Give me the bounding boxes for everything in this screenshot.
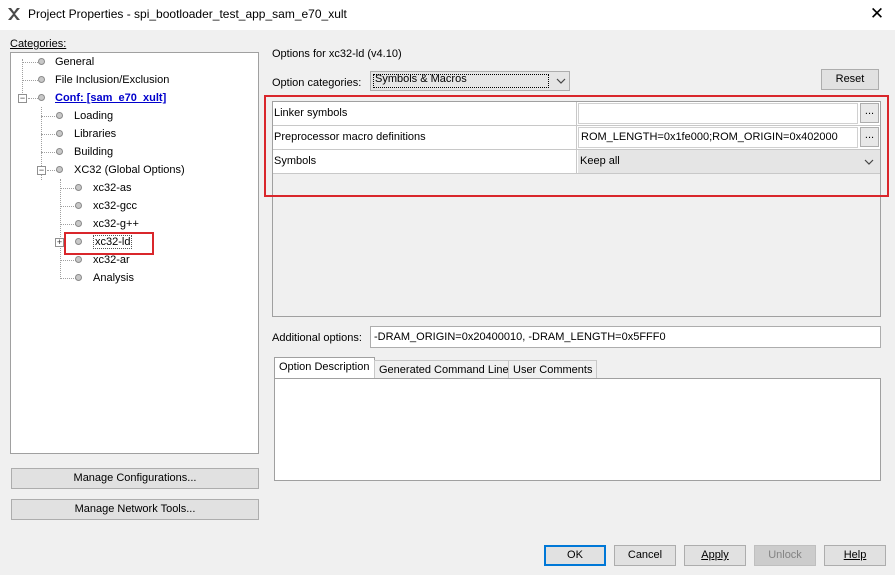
option-categories-label: Option categories: xyxy=(272,77,362,89)
tab-label: Option Description xyxy=(279,361,370,373)
window-title: Project Properties - spi_bootloader_test… xyxy=(28,7,347,21)
tab-label: User Comments xyxy=(513,364,593,376)
tab-label: Generated Command Line xyxy=(379,364,509,376)
tree-item-label: File Inclusion/Exclusion xyxy=(55,74,170,86)
circle-node-icon xyxy=(56,166,63,173)
additional-options-label: Additional options: xyxy=(272,332,362,344)
apply-button[interactable]: Apply xyxy=(684,545,746,566)
option-categories-select[interactable]: Symbols & Macros xyxy=(370,71,570,91)
circle-node-icon xyxy=(75,202,82,209)
tree-item-label: Loading xyxy=(74,110,114,122)
cancel-button[interactable]: Cancel xyxy=(614,545,676,566)
tree-item-label: xc32-ar xyxy=(93,254,130,266)
tree-item-libraries[interactable]: Libraries xyxy=(74,125,116,143)
tree-item-general[interactable]: General xyxy=(55,53,94,71)
expand-toggle[interactable]: + xyxy=(55,238,64,247)
manage-network-tools-button[interactable]: Manage Network Tools... xyxy=(11,499,259,520)
circle-node-icon xyxy=(56,130,63,137)
highlight-box-xc32-ld xyxy=(64,232,154,255)
tree-item-label: xc32-g++ xyxy=(93,218,139,230)
circle-node-icon xyxy=(75,256,82,263)
tree-item-xc32-gcc[interactable]: xc32-gcc xyxy=(93,197,137,215)
chevron-down-icon xyxy=(556,78,566,84)
help-label: Help xyxy=(843,549,867,561)
option-categories-value: Symbols & Macros xyxy=(375,73,467,85)
tree-item-label: General xyxy=(55,56,95,68)
unlock-button: Unlock xyxy=(754,545,816,566)
circle-node-icon xyxy=(38,76,45,83)
tree-item-label: Analysis xyxy=(93,272,134,284)
reset-button[interactable]: Reset xyxy=(821,69,879,90)
option-description-panel xyxy=(274,378,881,481)
tree-item-xc32-as[interactable]: xc32-as xyxy=(93,179,132,197)
circle-node-icon xyxy=(75,184,82,191)
collapse-toggle[interactable]: − xyxy=(18,94,27,103)
mplab-x-icon xyxy=(8,8,20,20)
additional-options-input[interactable]: -DRAM_ORIGIN=0x20400010, -DRAM_LENGTH=0x… xyxy=(370,326,881,348)
apply-label: Apply xyxy=(701,549,729,561)
circle-node-icon xyxy=(56,148,63,155)
tab-option-description[interactable]: Option Description xyxy=(274,357,375,379)
tree-item-file-inclusion[interactable]: File Inclusion/Exclusion xyxy=(55,71,169,89)
circle-node-icon xyxy=(56,112,63,119)
title-bar: Project Properties - spi_bootloader_test… xyxy=(0,0,895,30)
tree-item-xc32-gpp[interactable]: xc32-g++ xyxy=(93,215,139,233)
highlight-box-options xyxy=(264,95,889,197)
tree-item-label: xc32-gcc xyxy=(93,200,138,212)
tree-item-loading[interactable]: Loading xyxy=(74,107,113,125)
tree-item-conf[interactable]: Conf: [sam_e70_xult] xyxy=(55,89,166,107)
categories-label: Categories: xyxy=(10,38,66,50)
manage-configurations-button[interactable]: Manage Configurations... xyxy=(11,468,259,489)
circle-node-icon xyxy=(75,274,82,281)
circle-node-icon xyxy=(38,58,45,65)
tree-item-building[interactable]: Building xyxy=(74,143,113,161)
tree-item-label: Libraries xyxy=(74,128,117,140)
tree-item-label: XC32 (Global Options) xyxy=(74,164,185,176)
tab-user-comments[interactable]: User Comments xyxy=(508,360,598,380)
circle-node-icon xyxy=(38,94,45,101)
tree-item-xc32-global[interactable]: XC32 (Global Options) xyxy=(74,161,185,179)
tree-item-label: Conf: [sam_e70_xult] xyxy=(55,92,167,104)
tree-item-analysis[interactable]: Analysis xyxy=(93,269,134,287)
close-icon[interactable]: ✕ xyxy=(866,4,888,24)
collapse-toggle[interactable]: − xyxy=(37,166,46,175)
categories-tree[interactable]: General File Inclusion/Exclusion − Conf:… xyxy=(10,52,259,454)
tree-item-label: Building xyxy=(74,146,114,158)
categories-label-text: Categories: xyxy=(10,38,67,50)
ok-button[interactable]: OK xyxy=(544,545,606,566)
circle-node-icon xyxy=(75,220,82,227)
tree-item-label: xc32-as xyxy=(93,182,132,194)
tab-generated-command-line[interactable]: Generated Command Line xyxy=(374,360,514,380)
help-button[interactable]: Help xyxy=(824,545,886,566)
options-for-label: Options for xc32-ld (v4.10) xyxy=(272,48,402,60)
